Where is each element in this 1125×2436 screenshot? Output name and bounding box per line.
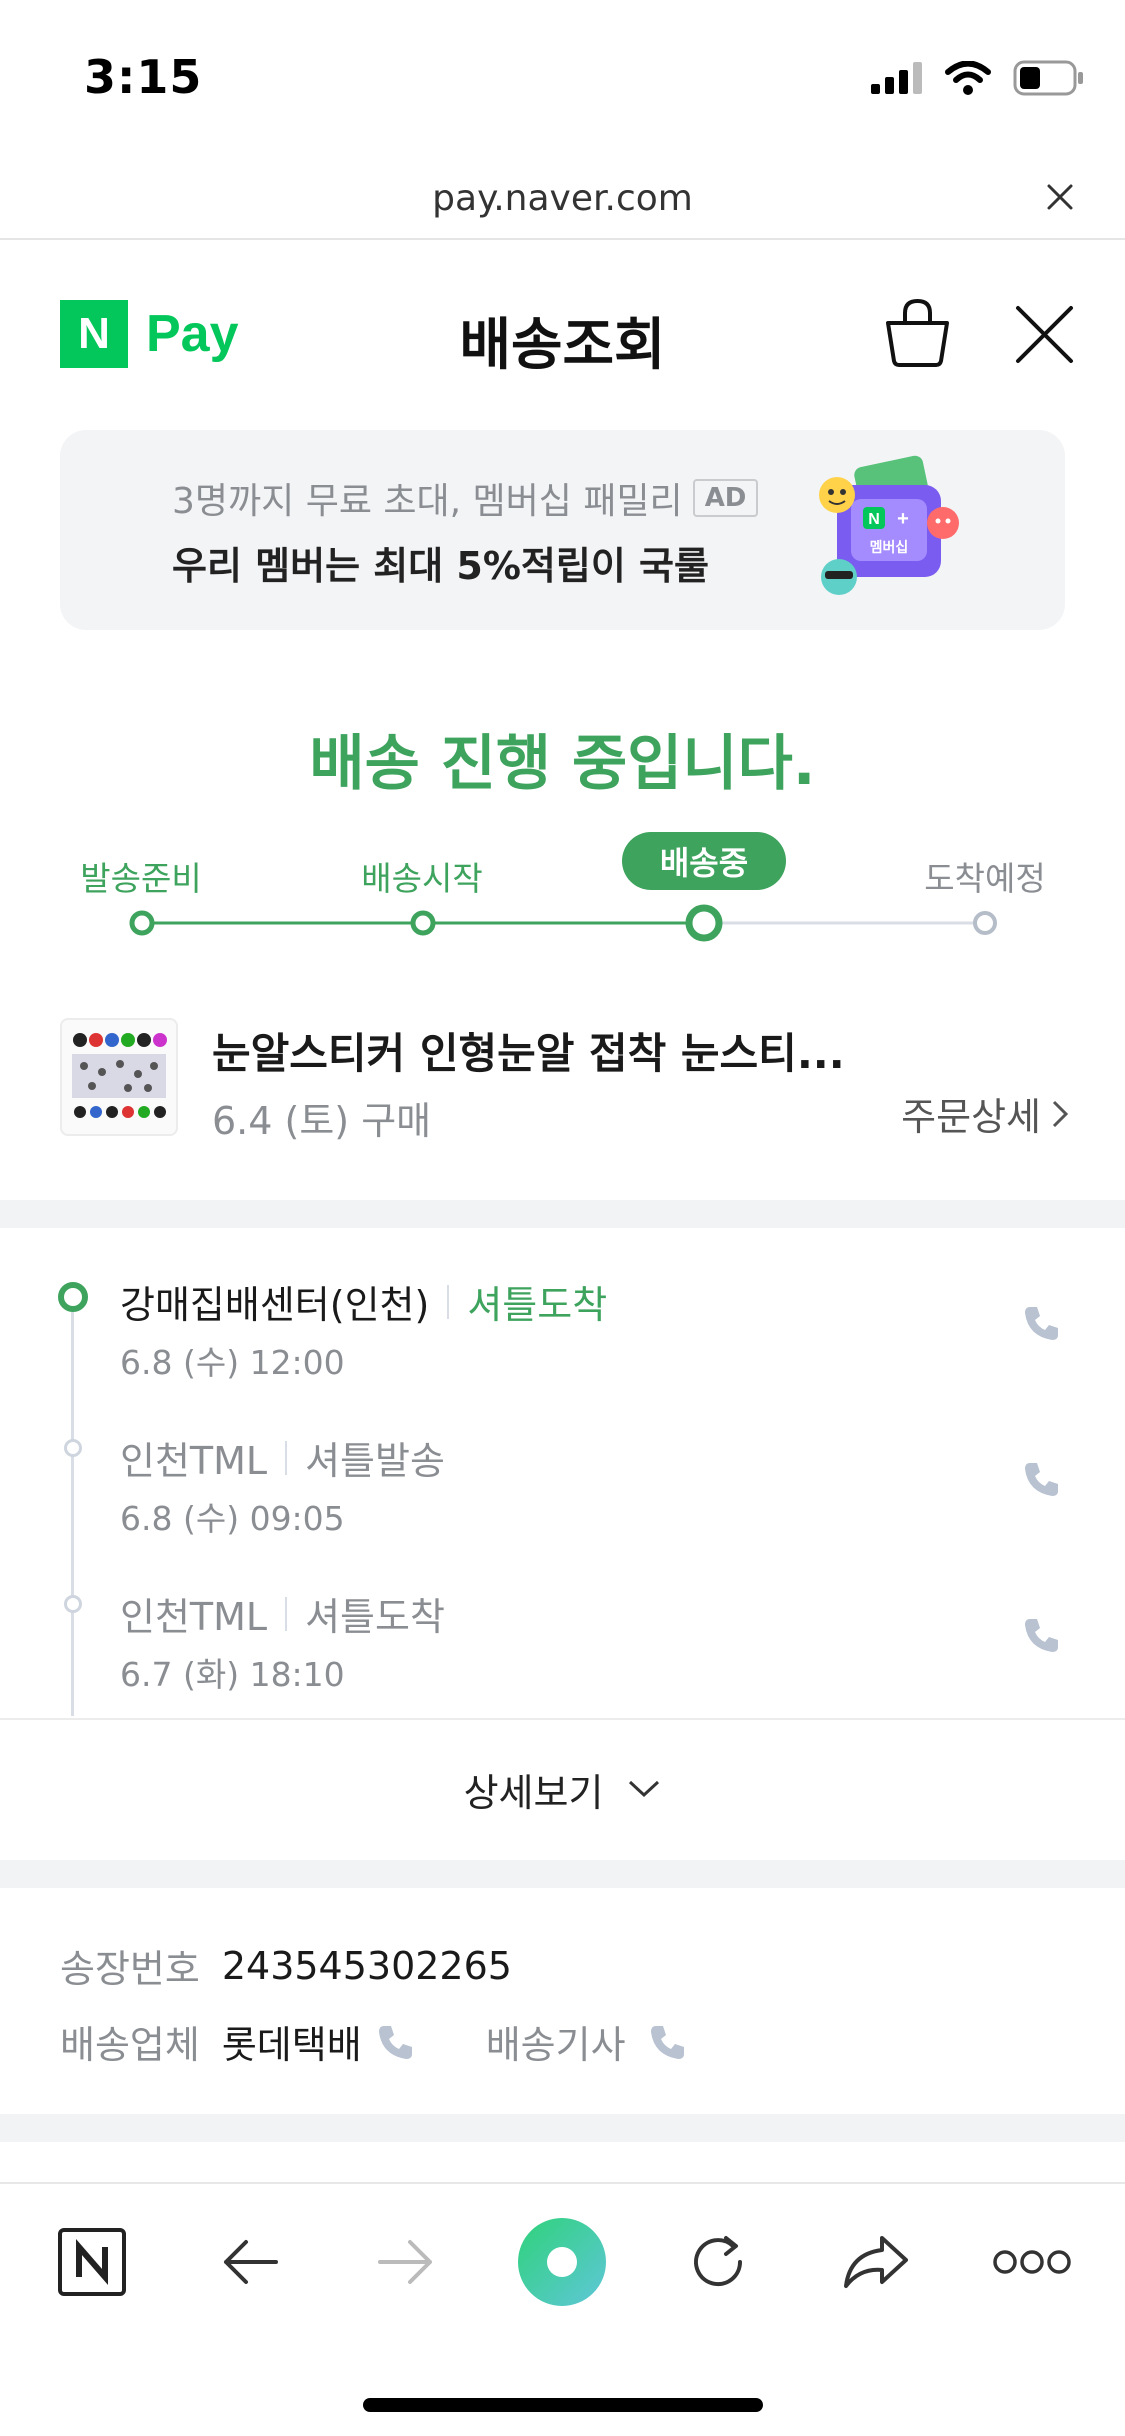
purchase-date: 6.4 (토) 구매 <box>212 1099 432 1143</box>
timeline-status: 셔틀발송 <box>305 1439 445 1483</box>
timeline-status: 셔틀도착 <box>305 1595 445 1639</box>
driver-phone-icon[interactable] <box>648 2022 688 2062</box>
timeline-entry-1: 강매집배센터(인천) 셔틀도착 <box>120 1274 607 1329</box>
ad-text-line2: 우리 멤버는 최대 5%적립이 국룰 <box>172 544 709 588</box>
timeline-dot-current <box>58 1282 88 1312</box>
status-time: 3:15 <box>84 50 203 104</box>
green-dot-button[interactable] <box>516 2216 608 2308</box>
timeline-entry-3: 인천TML 셔틀도착 <box>120 1586 445 1641</box>
phone-icon[interactable] <box>1022 1303 1062 1343</box>
driver-label: 배송기사 <box>485 2023 626 2067</box>
section-divider <box>0 2114 1125 2142</box>
delivery-progress <box>129 904 997 942</box>
timeline-place: 강매집배센터(인천) <box>120 1283 430 1327</box>
ad-text-line1: 3명까지 무료 초대, 멤버십 패밀리 <box>172 481 683 522</box>
progress-dot-2 <box>410 910 436 936</box>
carrier-row: 배송업체 롯데택배 배송기사 <box>60 2014 688 2069</box>
show-more-label: 상세보기 <box>463 1770 604 1815</box>
carrier-phone-icon[interactable] <box>376 2022 416 2062</box>
timeline-time: 6.8 (수) 12:00 <box>120 1343 345 1382</box>
step-label-started: 배송시작 <box>361 859 483 898</box>
product-name[interactable]: 눈알스티커 인형눈알 접착 눈스티... <box>212 1020 892 1081</box>
ad-line1: 3명까지 무료 초대, 멤버십 패밀리 AD <box>172 472 759 524</box>
timeline-line <box>71 1296 74 1716</box>
svg-text:N: N <box>868 511 880 528</box>
product-thumbnail[interactable] <box>60 1018 178 1136</box>
close-browser-icon[interactable] <box>1035 172 1085 222</box>
naver-home-icon[interactable] <box>52 2222 132 2302</box>
timeline-entry-2: 인천TML 셔틀발송 <box>120 1430 445 1485</box>
forward-arrow-icon[interactable] <box>366 2222 446 2302</box>
progress-dot-4 <box>973 911 997 935</box>
chevron-right-icon <box>1052 1100 1069 1127</box>
cart-icon[interactable] <box>880 295 955 370</box>
delivery-status-message: 배송 진행 중입니다. <box>309 729 816 799</box>
invoice-number[interactable]: 243545302265 <box>222 1944 512 1988</box>
phone-icon[interactable] <box>1022 1459 1062 1499</box>
order-detail-label: 주문상세 <box>901 1095 1041 1139</box>
wifi-icon <box>945 61 991 95</box>
step-label-in-transit: 배송중 <box>622 832 786 890</box>
battery-icon <box>1013 60 1083 96</box>
section-divider <box>0 1200 1125 1228</box>
step-label-expected: 도착예정 <box>924 859 1046 898</box>
share-icon[interactable] <box>836 2222 916 2302</box>
eye-sticker-pattern <box>72 1033 167 1118</box>
timeline-place: 인천TML <box>120 1439 268 1483</box>
progress-dot-current <box>685 904 723 942</box>
timeline-time: 6.8 (수) 09:05 <box>120 1499 345 1538</box>
carrier-label: 배송업체 <box>60 2023 200 2067</box>
membership-art-text: 멤버십 <box>870 539 909 556</box>
status-icons <box>871 60 1085 96</box>
timeline-dot <box>64 1595 82 1613</box>
show-more-button[interactable]: 상세보기 <box>0 1718 1125 1858</box>
close-icon[interactable] <box>1012 302 1077 367</box>
progress-dot-1 <box>129 910 155 936</box>
carrier-name: 롯데택배 <box>221 2023 362 2067</box>
invoice-number-row: 송장번호 243545302265 <box>60 1938 512 1993</box>
step-label-ready: 발송준비 <box>80 859 202 898</box>
home-indicator[interactable] <box>363 2398 763 2412</box>
timeline-place: 인천TML <box>120 1595 268 1639</box>
back-arrow-icon[interactable] <box>210 2222 290 2302</box>
refresh-icon[interactable] <box>678 2222 758 2302</box>
ad-badge: AD <box>692 479 759 517</box>
more-menu-icon[interactable] <box>990 2222 1074 2302</box>
svg-text:+: + <box>897 508 909 530</box>
signal-icon <box>871 62 922 94</box>
timeline-status: 셔틀도착 <box>467 1283 608 1327</box>
timeline-time: 6.7 (화) 18:10 <box>120 1655 345 1694</box>
phone-icon[interactable] <box>1022 1615 1062 1655</box>
section-divider <box>0 1860 1125 1888</box>
chevron-down-icon <box>629 1780 660 1798</box>
invoice-number-label: 송장번호 <box>60 1947 200 1991</box>
timeline-dot <box>64 1439 82 1457</box>
url-text[interactable]: pay.naver.com <box>0 178 1125 219</box>
page-title: 배송조회 <box>459 313 666 378</box>
order-detail-link[interactable]: 주문상세 <box>901 1086 1069 1141</box>
membership-illustration: N + 멤버십 <box>815 455 965 605</box>
